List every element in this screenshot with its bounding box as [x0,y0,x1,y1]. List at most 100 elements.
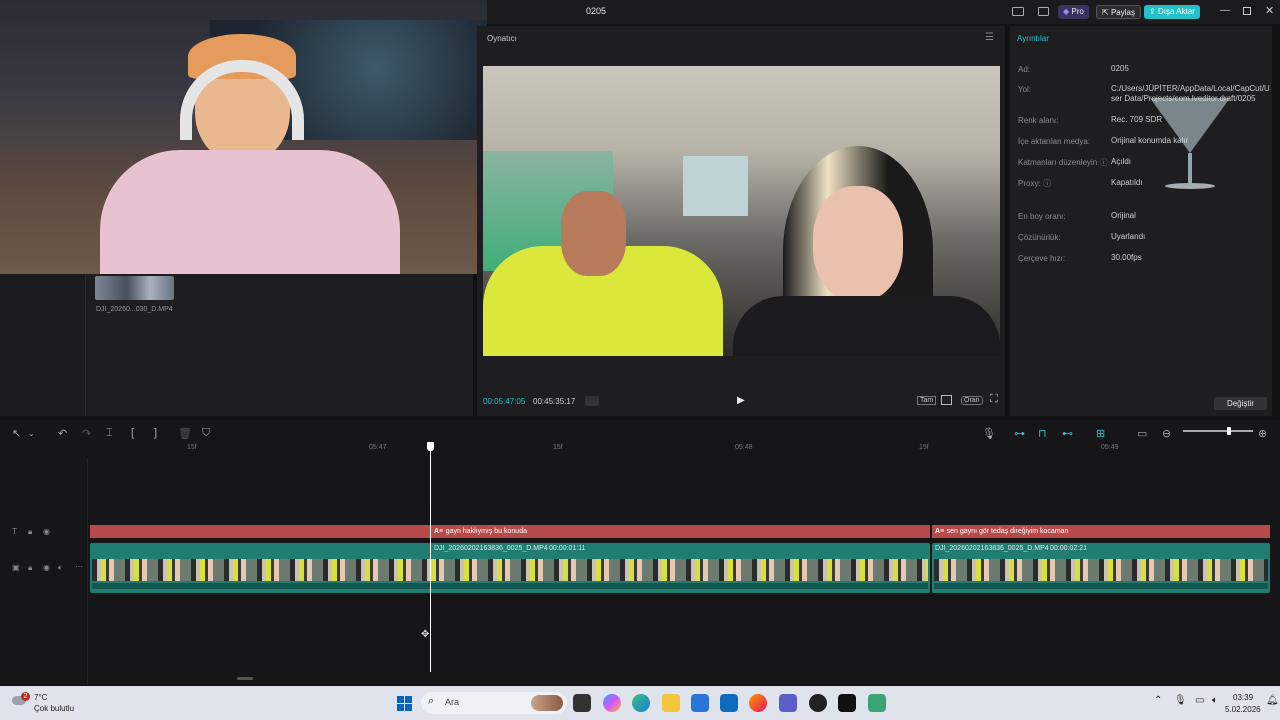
details-panel: Ayrıntılar Ad: 0205 Yol: C:/Users/JÜPİTE… [1010,26,1272,416]
delete-icon[interactable]: 🗑 [178,427,192,440]
share-button[interactable]: ⇱ Paylaş [1096,5,1141,19]
lock-icon[interactable]: 🔒︎ [28,563,32,573]
store-icon[interactable] [691,694,709,712]
play-icon[interactable]: ▶ [737,395,745,406]
firefox-icon[interactable] [749,694,767,712]
teams-icon[interactable] [779,694,797,712]
man-head [561,191,626,276]
share-label: Paylaş [1110,8,1135,17]
details-row: En boy oranı: Orijinal [1018,211,1268,221]
caption-icon[interactable]: ▭ [1137,427,1147,440]
search-box[interactable]: ⌕ Ara [421,692,567,714]
eye-icon[interactable]: ◉ [43,527,50,536]
weather-widget[interactable]: 2 7°C Çok bulutlu [10,691,100,715]
layers-label: Katmanları düzenleyin [1018,158,1098,167]
player-title: Oynatıcı [487,34,517,43]
redo-icon[interactable]: ↷ [82,427,91,440]
ratio-button[interactable]: Oran [961,396,983,405]
export-label: Dışa Aktar [1157,7,1195,16]
notepad-icon[interactable] [868,694,886,712]
undo-icon[interactable]: ↶ [58,427,67,440]
text-clip-background[interactable] [90,525,430,538]
trim-left-icon[interactable]: [ [131,427,134,439]
timecode-toggle[interactable] [585,396,599,406]
color-space-label: Renk alanı: [1018,116,1059,125]
network-icon[interactable]: ▭ [1195,695,1204,706]
task-view-icon[interactable] [573,694,591,712]
link-main-icon[interactable]: ⊶ [1014,427,1025,440]
chatgpt-icon[interactable] [809,694,827,712]
menu-icon[interactable]: ☰ [985,32,994,43]
change-button[interactable]: Değiştir [1214,397,1267,410]
zoom-in-icon[interactable]: ⊕ [1258,427,1267,440]
export-button[interactable]: ⇪ Dışa Aktar [1144,5,1200,19]
shield-icon[interactable]: ⛉ [202,427,210,440]
clock-date[interactable]: 5.02.2026 [1225,705,1261,714]
playhead-handle[interactable] [427,442,434,451]
share-icon: ⇱ [1102,8,1109,17]
video-clip-name: DJI_20260202163836_0025_D.MP4 [434,545,548,552]
volume-icon[interactable]: 🔈︎ [58,563,63,573]
fullscreen-icon[interactable]: ⛶ [990,393,998,406]
crop-icon[interactable] [941,395,952,405]
horizontal-scrollbar[interactable] [237,677,253,680]
close-icon[interactable]: ✕ [1265,4,1274,17]
text-clip[interactable]: A≡ gayn haklıymış bu konuda [431,525,930,538]
timeline-ruler[interactable]: 15f 05:47 15f 05:48 15f 05:49 [88,442,1280,456]
maximize-icon[interactable] [1243,7,1251,15]
video-clip[interactable]: DJI_20260202163836_0025_D.MP4 00:00:01:1… [90,543,930,593]
text-tag: A≡ [935,528,945,535]
chevron-down-icon[interactable]: ⌄ [28,429,35,438]
lock-icon[interactable]: 🔒︎ [28,527,32,537]
resolution-label: Çözünürlük: [1018,233,1061,242]
speaker-icon[interactable]: 🔈︎ [1212,695,1218,706]
split-icon[interactable]: ⌶ [106,427,113,440]
layout-icon[interactable] [1012,7,1024,16]
notification-icon[interactable]: 🔔︎ [1266,695,1279,706]
media-sidebar [0,274,86,416]
streamer-hoodie [100,150,400,274]
zoom-out-icon[interactable]: ⊖ [1162,427,1171,440]
outlook-icon[interactable] [720,694,738,712]
full-quality-button[interactable]: Tam [917,396,937,405]
edge-icon[interactable] [632,694,650,712]
preview-axis-icon[interactable]: ⊞ [1096,427,1105,440]
copilot-icon[interactable] [603,694,621,712]
aspect-ratio-value: Orijinal [1111,211,1136,220]
more-icon[interactable]: ⋯ [75,562,83,571]
video-clip-duration: 00:00:02:21 [1050,545,1087,552]
video-clip[interactable]: DJI_20260202163836_0025_D.MP4 00:00:02:2… [932,543,1270,593]
woman-coat [733,296,1000,356]
zoom-slider[interactable] [1183,427,1253,435]
link-icon[interactable]: ⊷ [1062,427,1073,440]
start-icon[interactable] [397,696,412,711]
magnet-icon[interactable]: ⊓ [1038,427,1047,440]
ruler-tick-label: 05:47 [369,444,387,451]
select-tool-icon[interactable]: ↖ [12,427,21,440]
audio-waveform [934,583,1268,589]
eye-icon[interactable]: ◉ [43,563,50,572]
file-explorer-icon[interactable] [662,694,680,712]
capcut-icon[interactable] [838,694,856,712]
ruler-tick-label: 05:49 [1101,444,1119,451]
details-row: Katmanları düzenleyin ⓘ Açıldı [1018,157,1268,168]
media-thumbnail[interactable] [95,276,174,300]
pro-button[interactable]: ◆ Pro [1058,5,1089,19]
zoom-slider-handle[interactable] [1227,427,1231,435]
trim-right-icon[interactable]: ] [154,427,157,439]
minimize-icon[interactable]: — [1220,5,1230,16]
playhead[interactable] [427,442,434,672]
chevron-up-icon[interactable]: ⌃ [1154,695,1162,706]
shortcuts-icon[interactable] [1038,7,1049,16]
text-clip-label: sen gaynı gör tedaş direğiyim kocaman [946,528,1069,535]
cover-icon[interactable]: ▣ [12,563,20,572]
current-time: 00:05:47:05 [483,397,526,406]
microphone-tray-icon[interactable]: 🎙︎ [1174,695,1187,706]
text-clip[interactable]: A≡ sen gaynı gör tedaş direğiyim kocaman [932,525,1270,538]
ruler-tick-label: 15f [187,444,197,451]
video-filmstrip [92,559,928,581]
proxy-label: Proxy: [1018,179,1041,188]
clock-time[interactable]: 03:39 [1233,693,1253,702]
microphone-icon[interactable]: 🎙 [982,427,996,440]
search-placeholder: Ara [445,697,460,707]
